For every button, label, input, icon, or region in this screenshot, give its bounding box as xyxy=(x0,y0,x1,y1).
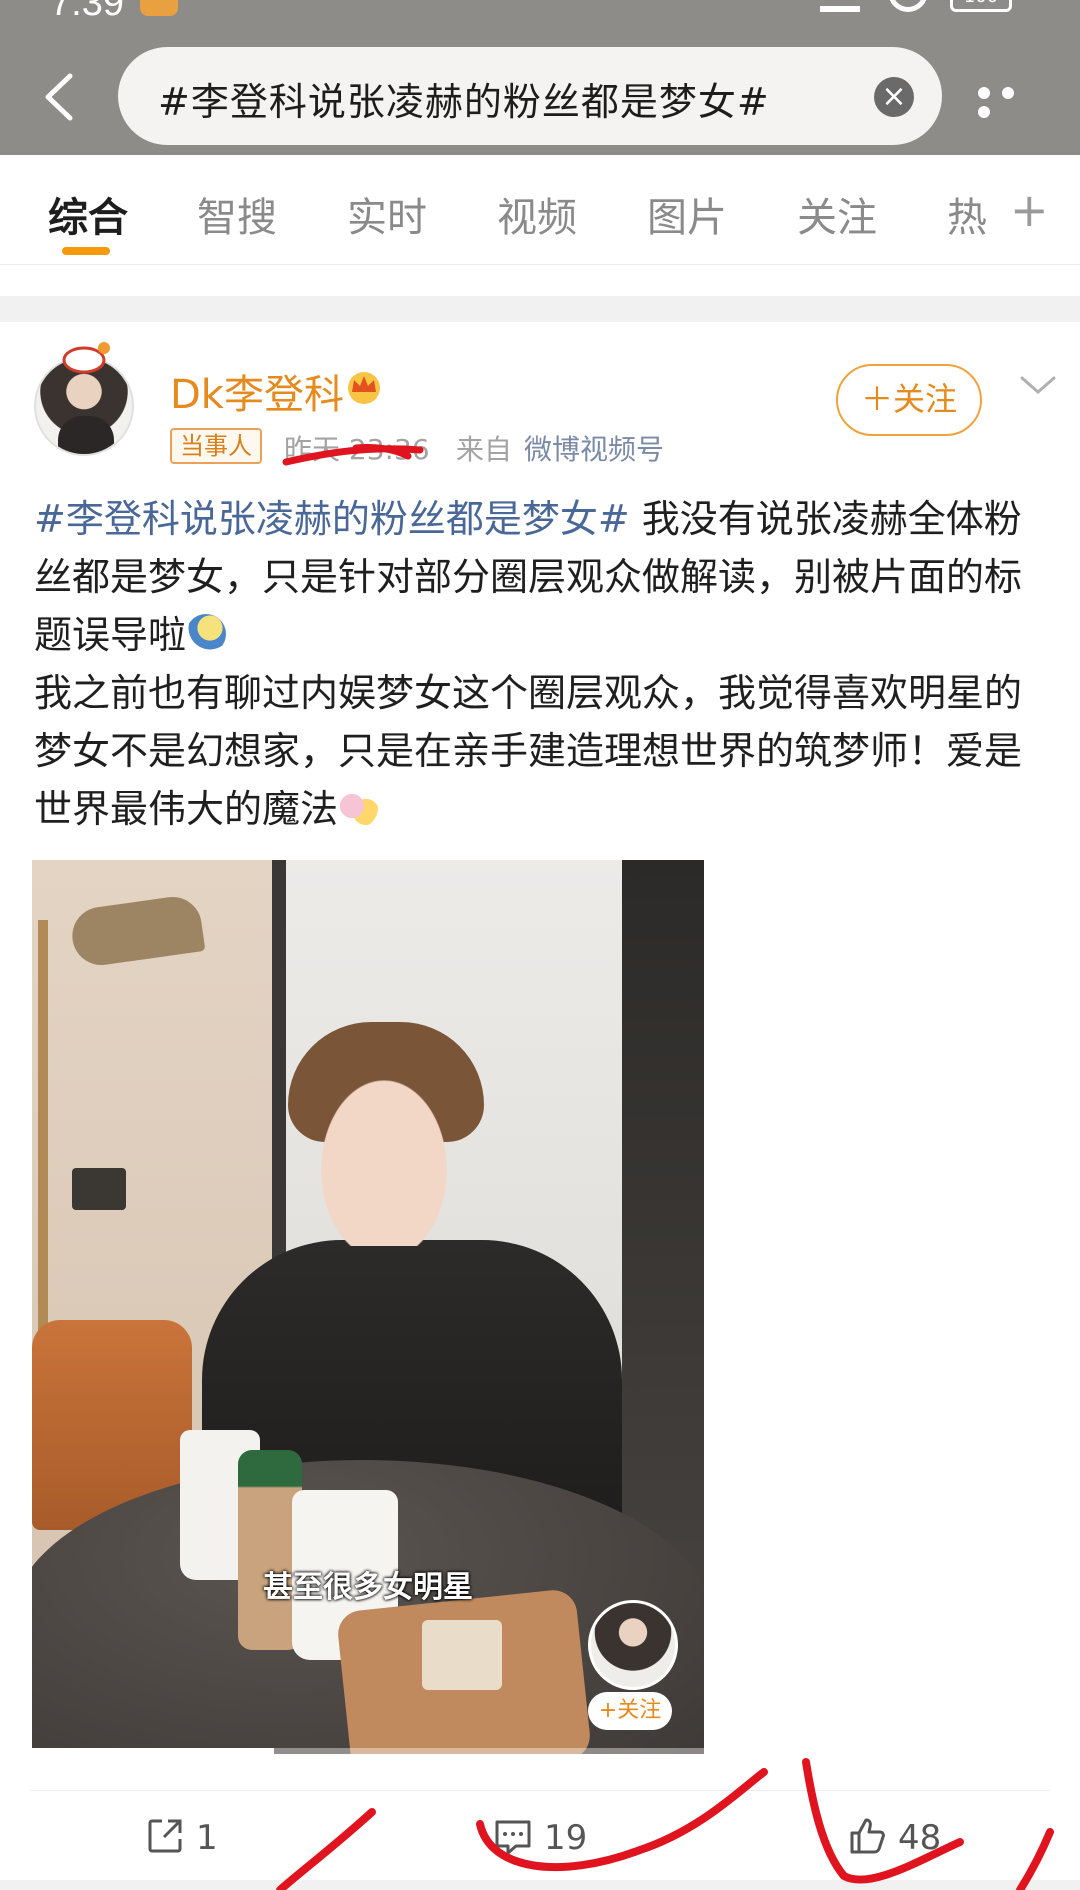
add-tab-icon[interactable]: + xyxy=(1010,183,1049,237)
like-count: 48 xyxy=(898,1818,942,1858)
video-scene-switch xyxy=(72,1168,126,1210)
comment-icon xyxy=(495,1820,531,1855)
crown-icon xyxy=(348,372,380,404)
post-source-prefix: 来自 xyxy=(456,433,513,466)
post-paragraph-2: 我之前也有聊过内娱梦女这个圈层观众，我觉得喜欢明星的梦女不是幻想家，只是在亲手建… xyxy=(34,664,1054,838)
video-follow-button[interactable]: +关注 xyxy=(588,1692,672,1730)
like-button[interactable]: 48 xyxy=(846,1815,941,1861)
avatar-decoration-icon xyxy=(62,342,110,374)
more-icon[interactable] xyxy=(978,84,1048,118)
hashtag-link[interactable]: #李登科说张凌赫的粉丝都是梦女# xyxy=(34,497,630,541)
video-player[interactable]: 甚至很多女明星 +关注 xyxy=(32,860,704,1754)
tab-bar: 综合 智搜 实时 视频 图片 关注 热 + xyxy=(0,155,1080,265)
video-subtitle: 甚至很多女明星 xyxy=(263,1570,473,1605)
bulb-emoji-icon xyxy=(186,614,227,654)
back-arrow-icon[interactable] xyxy=(36,62,86,132)
tab-following[interactable]: 关注 xyxy=(797,185,877,243)
section-divider xyxy=(0,296,1080,322)
user-name[interactable]: Dk李登科 xyxy=(170,362,344,420)
video-author-avatar[interactable] xyxy=(588,1600,678,1690)
share-icon xyxy=(148,1819,182,1853)
video-person-head xyxy=(304,1056,464,1246)
bottom-divider xyxy=(0,1880,1080,1890)
post-paragraph-2-text: 我之前也有聊过内娱梦女这个圈层观众，我觉得喜欢明星的梦女不是幻想家，只是在亲手建… xyxy=(34,671,1023,831)
action-divider xyxy=(30,1790,1050,1791)
wifi-icon xyxy=(888,0,928,12)
post-body: #李登科说张凌赫的粉丝都是梦女# 我没有说张凌赫全体粉丝都是梦女，只是针对部分圈… xyxy=(34,490,1054,838)
status-indicators: 100 xyxy=(820,0,1020,16)
tab-comprehensive[interactable]: 综合 xyxy=(48,185,128,243)
comment-button[interactable]: 19 xyxy=(492,1815,587,1861)
battery-icon: 100 xyxy=(950,0,1012,12)
signal-icon xyxy=(820,0,860,12)
tab-images[interactable]: 图片 xyxy=(647,185,727,243)
post-source[interactable]: 微博视频号 xyxy=(524,428,664,468)
tab-hot[interactable]: 热 xyxy=(947,185,987,243)
video-progress-fill xyxy=(32,1748,274,1754)
rabbit-emoji-icon xyxy=(338,788,379,828)
status-app-icon xyxy=(140,0,178,16)
comment-count: 19 xyxy=(544,1818,588,1858)
follow-button[interactable]: ＋关注 xyxy=(836,364,982,436)
chevron-down-icon[interactable] xyxy=(1018,372,1058,398)
tab-realtime[interactable]: 实时 xyxy=(347,185,427,243)
clear-icon[interactable]: × xyxy=(874,77,914,117)
search-input[interactable]: #李登科说张凌赫的粉丝都是梦女# × xyxy=(118,47,942,145)
top-header: 7:39 100 #李登科说张凌赫的粉丝都是梦女# × xyxy=(0,0,1080,155)
status-time: 7:39 xyxy=(50,0,124,24)
post-time: 昨天 23:36 xyxy=(284,433,430,466)
status-badge: 当事人 xyxy=(170,428,262,464)
like-icon xyxy=(850,1818,885,1854)
search-query: #李登科说张凌赫的粉丝都是梦女# xyxy=(158,80,770,124)
video-progress-bar[interactable] xyxy=(32,1748,704,1754)
tab-video[interactable]: 视频 xyxy=(497,185,577,243)
share-count: 1 xyxy=(196,1818,218,1858)
tab-smart-search[interactable]: 智搜 xyxy=(197,185,277,243)
active-tab-indicator xyxy=(62,247,110,255)
share-button[interactable]: 1 xyxy=(144,1815,218,1861)
post-paragraph-1: #李登科说张凌赫的粉丝都是梦女# 我没有说张凌赫全体粉丝都是梦女，只是针对部分圈… xyxy=(34,490,1054,664)
video-scene-tissue xyxy=(422,1620,502,1690)
